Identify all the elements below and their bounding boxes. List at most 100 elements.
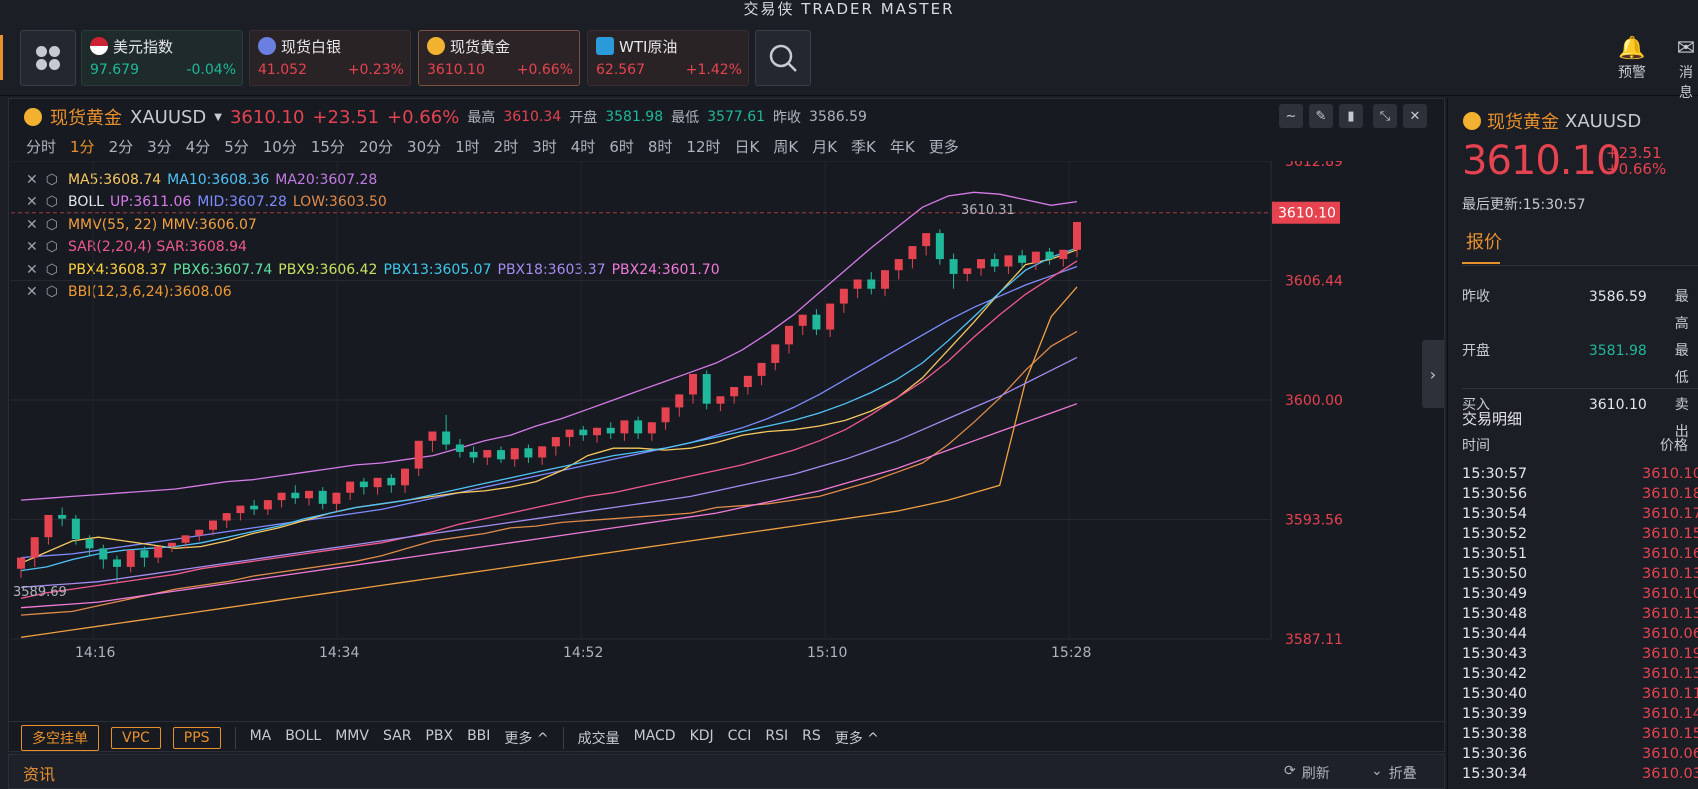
trade-row: 15:30:52 3610.15 [1462, 524, 1698, 544]
long-short-orders-button[interactable]: 多空挂单 [21, 724, 99, 751]
symbol-code[interactable]: XAUUSD [130, 107, 206, 128]
y-tick-label: 3612.89 [1285, 161, 1343, 170]
close-icon[interactable]: ✕ [1403, 104, 1427, 128]
alert-button[interactable]: 🔔 预警 [1618, 36, 1646, 82]
indicator-tab[interactable]: KDJ [690, 728, 714, 748]
tab-timeframe[interactable]: 1时 [455, 136, 480, 157]
ticker-wti-oil[interactable]: WTI原油 62.567 +1.42% [587, 30, 749, 86]
tab-timeframe[interactable]: 周K [773, 136, 798, 157]
candlestick-chart[interactable]: 3612.89 3606.44 3600.00 3593.56 3587.11 14:16… [9, 161, 1446, 721]
ticker-dollar-index[interactable]: 美元指数 97.679 -0.04% [81, 30, 243, 86]
tab-timeframe[interactable]: 1分 [70, 136, 95, 157]
ticker-gold[interactable]: 现货黄金 3610.10 +0.66% [418, 30, 580, 86]
candle-body [195, 529, 204, 536]
tab-timeframe[interactable]: 更多 [929, 136, 959, 157]
trade-time: 15:30:44 [1462, 626, 1528, 642]
shrink-icon[interactable]: ⤡ [1373, 104, 1397, 128]
refresh-button[interactable]: ⟳ 刷新 [1284, 763, 1330, 783]
bell-icon: 🔔 [1618, 36, 1646, 61]
ticker-silver[interactable]: 现货白银 41.052 +0.23% [249, 30, 411, 86]
line-tool-icon[interactable]: ∼ [1279, 104, 1303, 128]
candle-body [58, 514, 67, 519]
indicator-tab[interactable]: SAR [383, 728, 411, 748]
indicator-tab[interactable]: MACD [634, 728, 676, 748]
indicator-tab[interactable]: RS [802, 728, 821, 748]
candle-body [126, 550, 135, 567]
indicator-tab[interactable]: RSI [765, 728, 788, 748]
candle-body [565, 429, 574, 438]
candle-body [44, 514, 53, 538]
indicator-tab[interactable]: BOLL [285, 728, 321, 748]
symbol-dropdown-icon[interactable]: ▼ [214, 112, 222, 123]
tab-timeframe[interactable]: 4分 [186, 136, 211, 157]
ticker-price: 97.679 [90, 62, 139, 78]
candle-body [332, 492, 341, 504]
tab-timeframe[interactable]: 6时 [609, 136, 634, 157]
message-button[interactable]: ✉ 消息 [1674, 36, 1698, 102]
news-title[interactable]: 资讯 [23, 761, 55, 785]
indicator-tab[interactable]: CCI [728, 728, 752, 748]
accent-bar [0, 35, 3, 80]
indicator-tab[interactable]: 更多 ^ [835, 728, 879, 748]
tab-timeframe[interactable]: 30分 [407, 136, 441, 157]
vpc-button[interactable]: VPC [111, 726, 161, 749]
tab-timeframe[interactable]: 季K [851, 136, 876, 157]
tab-timeframe[interactable]: 2时 [494, 136, 519, 157]
candle-body [977, 259, 985, 269]
expand-sidebar-button[interactable]: › [1422, 340, 1444, 408]
search-button[interactable] [755, 30, 811, 86]
sidebar-change: +23.51 +0.66% [1606, 145, 1666, 177]
candle-body [17, 557, 25, 569]
indicator-tab[interactable]: 成交量 [578, 728, 620, 748]
tab-timeframe[interactable]: 10分 [263, 136, 297, 157]
tab-quote[interactable]: 报价 [1466, 228, 1502, 254]
tab-timeframe[interactable]: 20分 [359, 136, 393, 157]
ticker-change: +1.42% [685, 62, 742, 78]
price-change-pct: +0.66% [387, 106, 460, 128]
trade-price: 3610.13 [1642, 666, 1698, 682]
quote-value: 3586.59 [1588, 289, 1647, 305]
candle-body [935, 233, 944, 260]
divider [1462, 388, 1698, 389]
indicator-line [20, 265, 1078, 559]
candle-body [551, 437, 560, 447]
tab-timeframe[interactable]: 月K [812, 136, 837, 157]
ticker-change: +0.23% [347, 62, 404, 78]
indicator-tab[interactable]: MMV [335, 728, 369, 748]
search-icon [769, 44, 797, 72]
draw-pen-icon[interactable]: ✎ [1309, 104, 1333, 128]
tab-timeframe[interactable]: 日K [735, 136, 760, 157]
tab-timeframe[interactable]: 5分 [224, 136, 249, 157]
candle-body [689, 374, 697, 395]
chart-panel: 现货黄金 XAUUSD ▼ 3610.10 +23.51 +0.66% 最高 36… [8, 98, 1446, 752]
candle-body [1045, 251, 1054, 260]
candle-body [497, 450, 505, 460]
collapse-button[interactable]: ⌄ 折叠 [1371, 763, 1417, 783]
indicator-tab[interactable]: 更多 ^ [504, 728, 548, 748]
tab-timeframe[interactable]: 年K [890, 136, 915, 157]
tab-timeframe[interactable]: 3分 [147, 136, 172, 157]
candle-type-icon[interactable]: ▮ [1339, 104, 1363, 128]
indicator-tab[interactable]: MA [250, 728, 272, 748]
pps-button[interactable]: PPS [172, 726, 221, 749]
menu-grid-button[interactable] [20, 30, 76, 86]
candle-body [455, 444, 464, 452]
tab-timeframe[interactable]: 4时 [571, 136, 596, 157]
indicator-tab[interactable]: PBX [425, 728, 453, 748]
candle-body [428, 431, 437, 441]
trade-row: 15:30:50 3610.13 [1462, 564, 1698, 584]
candle-body [263, 500, 272, 510]
symbol-name[interactable]: 现货黄金 [50, 104, 122, 130]
tab-timeframe[interactable]: 分时 [26, 136, 56, 157]
ticker-name: WTI原油 [619, 37, 678, 56]
trade-row: 15:30:48 3610.13 [1462, 604, 1698, 624]
candle-body [510, 448, 519, 460]
tab-timeframe[interactable]: 2分 [109, 136, 134, 157]
tab-timeframe[interactable]: 15分 [311, 136, 345, 157]
tab-timeframe[interactable]: 8时 [648, 136, 673, 157]
indicator-line [20, 249, 1078, 564]
tab-timeframe[interactable]: 12时 [686, 136, 720, 157]
tab-timeframe[interactable]: 3时 [532, 136, 557, 157]
gold-icon [427, 37, 445, 55]
indicator-tab[interactable]: BBI [467, 728, 490, 748]
